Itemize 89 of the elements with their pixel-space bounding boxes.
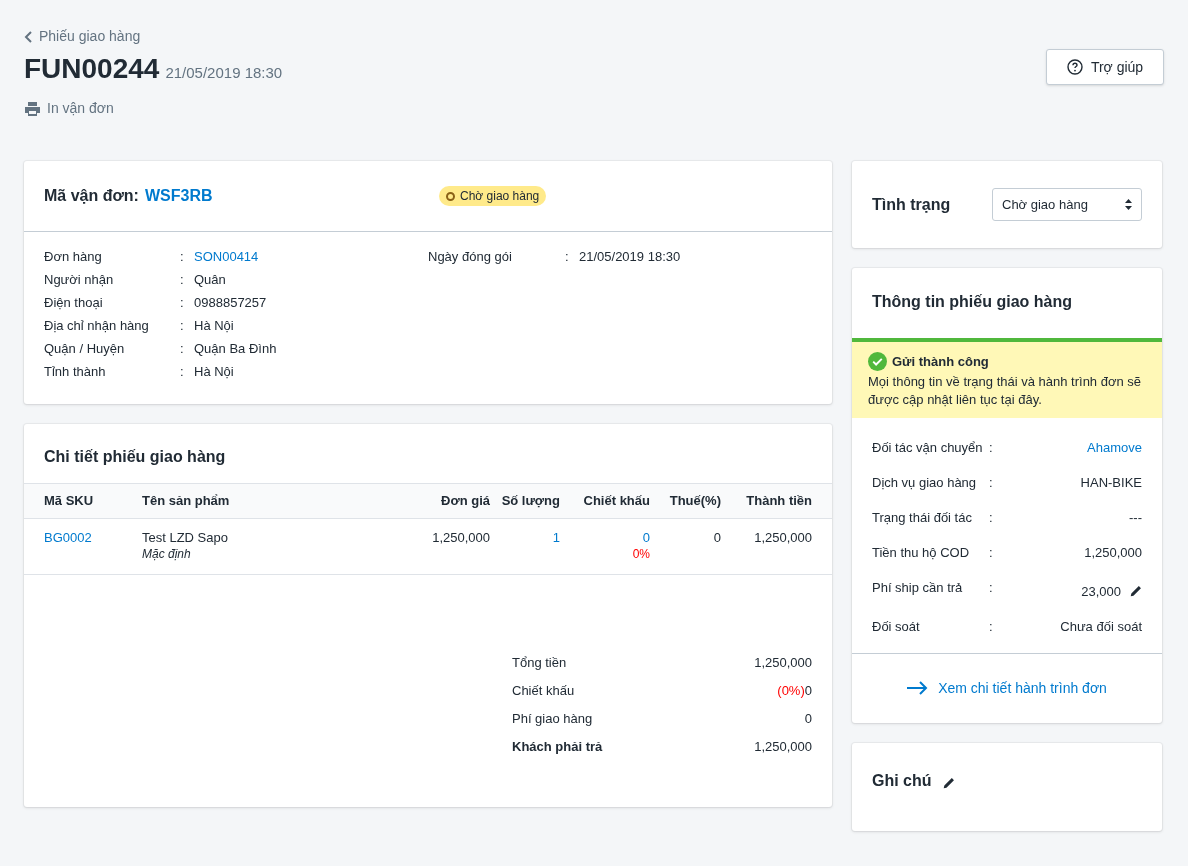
journey-link[interactable]: Xem chi tiết hành trình đơn: [852, 653, 1162, 723]
tax-cell-text: 0: [712, 529, 721, 546]
colon-text: :: [180, 363, 185, 380]
date-text: 21/05/2019 18:30: [165, 63, 283, 83]
column-header: Thành tiền: [745, 492, 812, 511]
field-value: 0988857257: [194, 294, 267, 311]
chevron-left-icon: [24, 30, 33, 43]
discount-cell: 0: [642, 529, 650, 546]
summary-value: 0: [804, 710, 812, 727]
column-header: Số lượng: [500, 492, 560, 511]
info-label: Tiền thu hộ COD: [872, 543, 971, 561]
column-header: Mã SKU: [44, 492, 95, 511]
field-value: Hà Nội: [194, 317, 234, 334]
notes-title: Ghi chú: [872, 770, 932, 791]
info-label: Đối tác vận chuyển: [872, 438, 984, 456]
question-circle-icon: [1066, 59, 1083, 75]
sku-link[interactable]: BG0002: [44, 529, 142, 546]
colon-text: :: [180, 340, 185, 357]
colon-text: :: [989, 578, 994, 596]
page-title: FUN00244: [24, 52, 160, 86]
colon-text: :: [989, 617, 994, 635]
summary-label: Chiết khấu: [512, 682, 575, 699]
colon-text: :: [989, 473, 994, 491]
info-label: Phí ship cần trả: [872, 578, 964, 596]
field-value: Quân: [194, 271, 226, 288]
colon-text: :: [989, 438, 994, 456]
field-label: Quận / Huyện: [44, 340, 126, 357]
field-label: Điện thoại: [44, 294, 104, 311]
field-label: Địa chỉ nhận hàng: [44, 317, 150, 334]
info-value: 23,000: [1081, 582, 1121, 600]
field-value: 21/05/2019 18:30: [579, 248, 681, 265]
variant-text: Mặc định: [142, 546, 192, 563]
sort-icon: [1125, 199, 1132, 210]
info-link[interactable]: Ahamove: [1087, 438, 1142, 456]
help-button[interactable]: Trợ giúp: [1046, 49, 1164, 85]
info-label: Dịch vụ giao hàng: [872, 473, 978, 491]
column-header: Đơn giá: [440, 492, 490, 511]
colon-text: :: [989, 508, 994, 526]
shipment-label: Mã vận đơn:: [44, 186, 139, 206]
column-header: Tên sản phẩm: [142, 492, 231, 511]
shipment-code-link[interactable]: WSF3RB: [144, 184, 213, 208]
info-value: HAN-BIKE: [1080, 473, 1142, 491]
info-value: Chưa đối soát: [1060, 617, 1142, 635]
print-button[interactable]: In vận đơn: [24, 98, 283, 119]
colon-text: :: [180, 248, 185, 265]
summary-label: Khách phải trả: [512, 738, 603, 755]
card-title: Thông tin phiếu giao hàng: [871, 292, 1073, 312]
product-name: Test LZD Sapo: [142, 529, 229, 546]
info-value: ---: [1129, 508, 1142, 526]
summary-label: Tổng tiền: [512, 654, 567, 671]
status-select[interactable]: Chờ giao hàng: [992, 188, 1142, 221]
card-title: Chi tiết phiếu giao hàng: [43, 447, 227, 467]
status-ring-icon: [446, 191, 455, 201]
pencil-icon[interactable]: [941, 777, 955, 790]
field-label: Đơn hàng: [44, 248, 103, 265]
colon-text: :: [565, 248, 570, 265]
summary-value: 0: [804, 682, 812, 699]
discount-percent: 0%: [632, 546, 650, 563]
colon-text: :: [180, 317, 185, 334]
colon-text: :: [989, 543, 994, 561]
info-value: 1,250,000: [1084, 543, 1142, 561]
column-header: Thuế(%): [668, 492, 721, 511]
summary-label: Phí giao hàng: [512, 710, 593, 727]
total-cell-text: 1,250,000: [753, 529, 812, 546]
alert-message: Mọi thông tin về trạng thái và hành trình đơn sẽ được cập nhật liên tục tại đây.: [868, 372, 1143, 409]
alert-title: Gửi thành công: [892, 353, 989, 371]
quantity-cell-text: 1: [551, 529, 560, 546]
price-cell-text: 1,250,000: [431, 529, 490, 546]
status-label: Tình trạng: [872, 194, 951, 215]
field-label: Người nhận: [44, 271, 115, 288]
field-label: Ngày đóng gói: [428, 248, 513, 265]
pencil-icon[interactable]: [1129, 584, 1142, 598]
colon-text: :: [180, 294, 185, 311]
colon-text: :: [180, 271, 185, 288]
printer-icon: [24, 100, 41, 117]
field-value: Hà Nội: [194, 363, 234, 380]
field-label: Tỉnh thành: [44, 363, 107, 380]
summary-percent: (0%): [777, 682, 805, 699]
status-badge: Chờ giao hàng: [439, 186, 547, 206]
info-label: Đối soát: [872, 617, 921, 635]
back-link[interactable]: Phiếu giao hàng: [24, 26, 283, 47]
summary-value: 1,250,000: [754, 738, 812, 755]
arrow-right-icon: [907, 681, 929, 695]
check-circle-icon: [868, 352, 887, 372]
column-header: Chiết khấu: [582, 492, 650, 511]
field-value: Quận Ba Đình: [194, 340, 277, 357]
summary-value: 1,250,000: [754, 654, 812, 671]
info-label: Trạng thái đối tác: [872, 508, 973, 526]
field-link[interactable]: SON00414: [194, 248, 259, 265]
